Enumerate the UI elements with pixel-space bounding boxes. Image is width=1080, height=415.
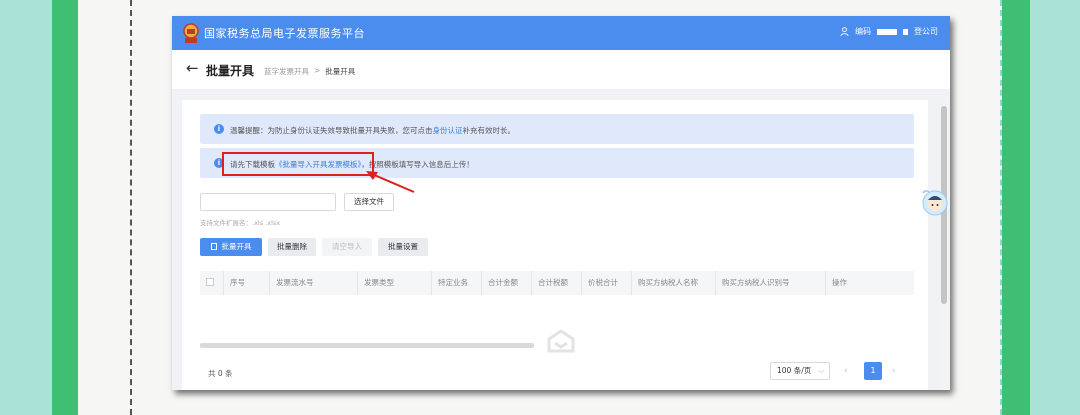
page-header: ← 批量开具 蓝字发票开具 > 批量开具 [172, 50, 950, 90]
choose-file-button[interactable]: 选择文件 [344, 193, 394, 211]
empty-data-icon [547, 329, 575, 353]
file-extension-hint: 支持文件扩展名：.xls .xlsx [200, 219, 281, 227]
back-arrow-icon[interactable]: ← [186, 61, 199, 76]
column-header: 购买方纳税人识别号 [716, 271, 826, 295]
highlight-box [222, 152, 374, 176]
warm-tip-text: 温馨提醒：为防止身份认证失效导致批量开具失败，您可点击身份认证补充有效时长。 [230, 126, 515, 135]
dashed-divider-right [1000, 0, 1002, 415]
info-icon: i [214, 124, 224, 134]
column-header: 发票类型 [358, 271, 432, 295]
column-header: 价税合计 [582, 271, 632, 295]
batch-settings-button[interactable]: 批量设置 [378, 238, 428, 256]
horizontal-scrollbar[interactable] [200, 343, 534, 348]
breadcrumb-separator: > [314, 66, 321, 75]
select-all-checkbox[interactable] [206, 278, 214, 286]
national-emblem-icon [183, 23, 199, 43]
column-header: 操作 [832, 278, 847, 287]
user-name-masked [877, 28, 897, 35]
dashed-divider [130, 0, 132, 415]
app-title: 国家税务总局电子发票服务平台 [204, 27, 365, 40]
assistant-mascot-icon[interactable] [920, 186, 950, 220]
top-bar: 国家税务总局电子发票服务平台 编码 登公司 [172, 16, 950, 50]
chevron-down-icon: ⌵ [818, 367, 824, 375]
next-page-button[interactable]: › [892, 366, 896, 376]
prev-page-button[interactable]: ‹ [844, 366, 848, 376]
app-window: 国家税务总局电子发票服务平台 编码 登公司 ← 批量开具 蓝字发票开具 > 批量… [172, 16, 950, 390]
warm-tip-notice: i 温馨提醒：为防止身份认证失效导致批量开具失败，您可点击身份认证补充有效时长。 [200, 114, 914, 144]
total-count: 共 0 条 [208, 369, 233, 378]
user-area[interactable]: 编码 登公司 [840, 26, 938, 37]
column-header: 特定业务 [432, 271, 482, 295]
user-id-masked [903, 28, 908, 35]
user-name-prefix: 编码 [855, 27, 871, 36]
page-number-current[interactable]: 1 [864, 362, 882, 380]
page-title: 批量开具 [206, 64, 255, 78]
column-header: 合计税额 [532, 271, 582, 295]
table-header: 序号 发票流水号 发票类型 特定业务 合计金额 合计税额 价税合计 购买方纳税人… [200, 271, 914, 295]
select-all-column [200, 271, 224, 295]
logout-link[interactable]: 登公司 [914, 26, 938, 37]
page-size-select[interactable]: 100 条/页 ⌵ [770, 362, 830, 380]
column-header: 序号 [224, 271, 270, 295]
breadcrumb-parent[interactable]: 蓝字发票开具 [264, 66, 309, 77]
user-icon [840, 27, 849, 36]
column-header: 购买方纳税人名称 [632, 271, 716, 295]
clear-import-button[interactable]: 清空导入 [322, 238, 372, 256]
batch-issue-button[interactable]: 批量开具 [200, 238, 262, 256]
breadcrumb: 蓝字发票开具 > 批量开具 [264, 66, 355, 77]
identity-auth-link[interactable]: 身份认证 [433, 126, 463, 135]
document-icon [210, 243, 217, 250]
breadcrumb-current: 批量开具 [325, 67, 356, 76]
file-path-input[interactable] [200, 193, 336, 211]
column-header: 发票流水号 [270, 271, 358, 295]
batch-delete-button[interactable]: 批量删除 [268, 238, 316, 256]
column-header: 合计金额 [482, 271, 532, 295]
